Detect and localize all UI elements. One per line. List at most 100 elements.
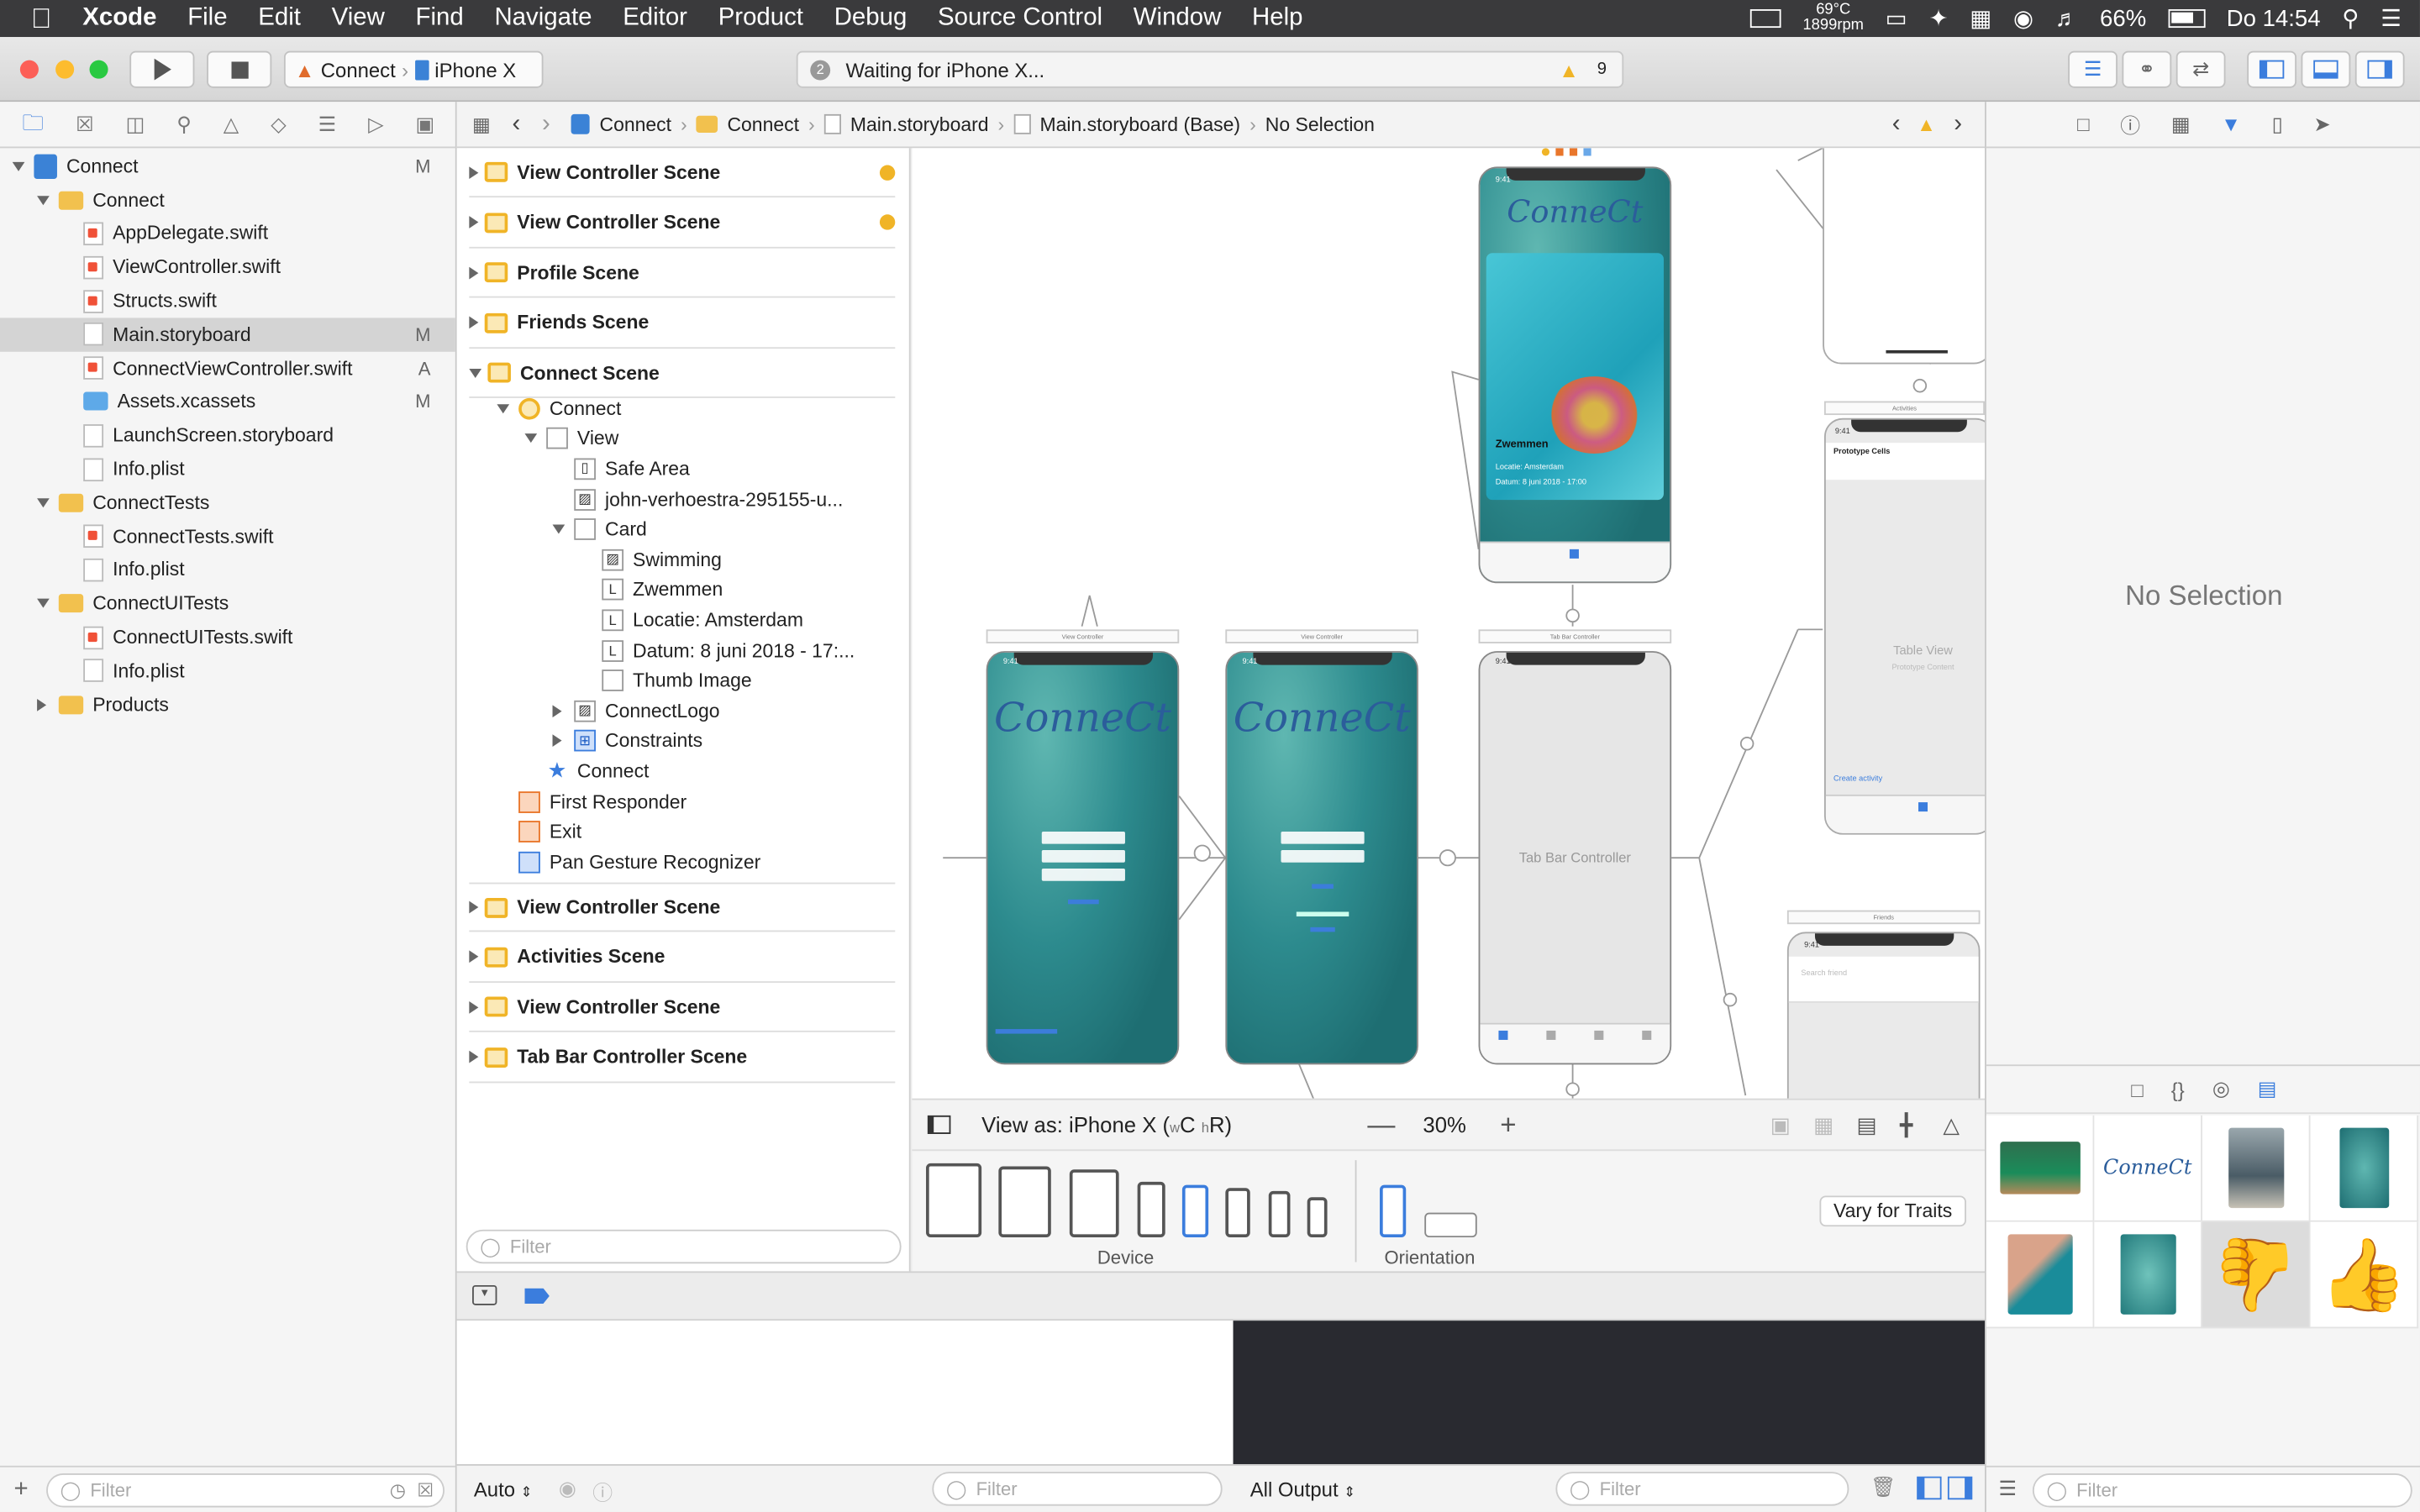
view-as-label[interactable]: View as: iPhone X (wC hR) — [981, 1112, 1232, 1137]
temperature-readout[interactable]: 69°C 1899rpm — [1802, 3, 1863, 34]
signup-button[interactable] — [1310, 927, 1335, 932]
output-selector[interactable]: All Output ⇕ — [1250, 1478, 1355, 1502]
media-tile-thumbs-down[interactable]: 👍 — [2202, 1221, 2311, 1329]
media-tile-ocean-1[interactable] — [2310, 1115, 2419, 1222]
navigator-row[interactable]: Connect — [0, 183, 455, 217]
eye-icon[interactable]: ◉ — [559, 1477, 576, 1501]
disclosure-triangle-icon[interactable] — [37, 195, 59, 205]
username-field[interactable] — [1281, 831, 1365, 844]
grid-view-icon[interactable]: ☰ — [1999, 1477, 2017, 1501]
disclosure-triangle-icon[interactable] — [12, 161, 34, 171]
update-frames-icon[interactable]: ▣ — [1770, 1111, 1791, 1137]
disclosure-triangle-icon[interactable] — [552, 704, 575, 717]
menu-window[interactable]: Window — [1118, 5, 1236, 33]
outline-scene[interactable]: View Controller Scene — [469, 198, 896, 248]
toggle-outline-icon[interactable] — [927, 1115, 951, 1134]
navigator-row[interactable]: Products — [0, 688, 455, 722]
password-field[interactable] — [1041, 850, 1125, 863]
outline-item[interactable]: Exit — [457, 816, 911, 847]
outline-scene[interactable]: Friends Scene — [469, 298, 896, 349]
navigator-row[interactable]: ConnectViewController.swift A — [0, 351, 455, 385]
profile-scene-screen[interactable] — [1823, 148, 1985, 365]
related-items-icon[interactable]: ▦ — [472, 113, 491, 136]
airplay-icon[interactable]: ▭ — [1886, 5, 1907, 32]
navigator-row[interactable]: Structs.swift — [0, 284, 455, 318]
outline-scene[interactable]: Tab Bar Controller Scene — [469, 1033, 896, 1083]
outline-item[interactable]: ⊞ Constraints — [457, 726, 911, 756]
menu-product[interactable]: Product — [702, 5, 818, 33]
storyboard-canvas[interactable]: View Controller 9:41 ConneCt View Contro… — [912, 148, 1985, 1099]
scene-label-view-controller-1[interactable]: View Controller — [986, 629, 1180, 643]
breadcrumb-localization[interactable]: Main.storyboard (Base) — [1039, 113, 1240, 135]
login-screen-2[interactable]: 9:41 ConneCt — [1225, 651, 1418, 1065]
media-tile-connect-logo[interactable]: ConneCt — [2094, 1115, 2202, 1222]
media-library-icon[interactable]: ▤ — [2258, 1077, 2277, 1101]
navigator-filter[interactable]: ◯ Filter ◷ ☒ — [46, 1473, 445, 1508]
outline-scene[interactable]: Activities Scene — [469, 932, 896, 983]
disclosure-triangle-icon[interactable] — [552, 524, 575, 534]
back-arrow-icon[interactable]: ‹ — [512, 110, 520, 138]
menu-debug[interactable]: Debug — [818, 5, 922, 33]
tab-item-profile[interactable] — [1641, 1030, 1651, 1040]
outline-item[interactable]: L Zwemmen — [457, 575, 911, 605]
outline-scene[interactable]: Profile Scene — [469, 249, 896, 298]
navigator-row[interactable]: ConnectUITests.swift — [0, 621, 455, 654]
password-field[interactable] — [1281, 850, 1365, 863]
bluetooth-icon[interactable]: ✦ — [1928, 5, 1948, 32]
info-icon[interactable]: ⓘ — [592, 1477, 613, 1506]
file-inspector-icon[interactable]: □ — [2077, 113, 2089, 136]
disclosure-triangle-icon[interactable] — [497, 403, 518, 413]
breadcrumb-group[interactable]: Connect — [727, 113, 799, 135]
breadcrumb-selection[interactable]: No Selection — [1265, 113, 1375, 135]
assistant-editor-button[interactable]: ⚭ — [2122, 50, 2172, 88]
orientation-portrait[interactable] — [1380, 1184, 1407, 1238]
source-control-icon[interactable]: ☒ — [76, 112, 93, 136]
outline-item[interactable]: ★ Connect — [457, 756, 911, 786]
add-constraints-icon[interactable]: ╋ — [1900, 1111, 1912, 1137]
next-issue-icon[interactable]: › — [1954, 110, 1962, 138]
zoom-level[interactable]: 30% — [1423, 1112, 1465, 1137]
connect-card-screen[interactable]: 9:41 ConneCt Zwemmen Locatie: Amsterdam … — [1478, 166, 1672, 584]
menu-editor[interactable]: Editor — [608, 5, 703, 33]
wifi-icon[interactable]: ◉ — [2013, 5, 2033, 32]
outline-scene[interactable]: View Controller Scene — [469, 983, 896, 1032]
memory-icon[interactable]: ▦ — [1970, 5, 1991, 32]
disclosure-triangle-icon[interactable] — [469, 216, 479, 228]
outline-item[interactable]: L Locatie: Amsterdam — [457, 605, 911, 635]
outline-item[interactable]: View — [457, 423, 911, 454]
scm-filter-icon[interactable]: ☒ — [417, 1479, 434, 1501]
device-ipad-9[interactable] — [1069, 1169, 1119, 1238]
gesture-dock-icon[interactable] — [1583, 148, 1591, 156]
version-editor-button[interactable]: ⇄ — [2175, 50, 2226, 88]
add-icon[interactable]: + — [14, 1477, 29, 1504]
issue-icon[interactable]: △ — [224, 112, 239, 136]
navigator-row[interactable]: LaunchScreen.storyboard — [0, 418, 455, 452]
menubar-clock[interactable]: Do 14:54 — [2227, 5, 2321, 31]
menu-file[interactable]: File — [172, 5, 243, 33]
breadcrumb-project[interactable]: Connect — [600, 113, 672, 135]
spotlight-icon[interactable]: ⚲ — [2342, 5, 2359, 32]
navigator-row[interactable]: AppDelegate.swift — [0, 217, 455, 250]
navigator-row[interactable]: ConnectTests.swift — [0, 520, 455, 554]
menu-find[interactable]: Find — [400, 5, 479, 33]
standard-editor-button[interactable]: ☰ — [2068, 50, 2118, 88]
console-output[interactable] — [1233, 1320, 1985, 1465]
navigator-row[interactable]: ConnectUITests — [0, 587, 455, 621]
scene-warning-icon[interactable] — [879, 214, 896, 230]
vc-dock-icon[interactable] — [1541, 148, 1550, 156]
media-tile-skater[interactable] — [2202, 1115, 2311, 1222]
disclosure-triangle-icon[interactable] — [469, 950, 479, 963]
code-snippet-icon[interactable]: {} — [2171, 1078, 2185, 1101]
folder-icon[interactable]: 🗀 — [22, 106, 44, 143]
signup-link[interactable] — [1067, 899, 1099, 905]
recent-files-icon[interactable]: ◷ — [390, 1479, 406, 1501]
report-icon[interactable]: ▣ — [416, 112, 435, 136]
outline-item[interactable]: First Responder — [457, 786, 911, 816]
outline-scene[interactable]: View Controller Scene — [469, 148, 896, 198]
outline-filter[interactable]: ◯ Filter — [466, 1229, 902, 1264]
navigator-row[interactable]: Info.plist — [0, 554, 455, 587]
device-iphone-8[interactable] — [1225, 1188, 1250, 1238]
outline-scene[interactable]: View Controller Scene — [469, 882, 896, 932]
disclosure-triangle-icon[interactable] — [469, 900, 479, 914]
device-iphone-4s[interactable] — [1307, 1197, 1328, 1238]
